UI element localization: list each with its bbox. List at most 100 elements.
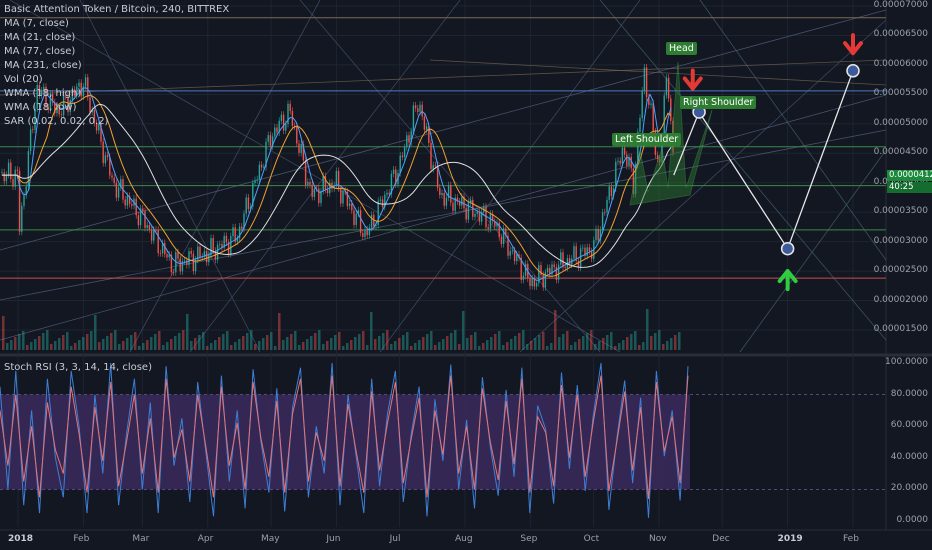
volume-bar — [438, 342, 441, 350]
candle-body — [298, 143, 300, 153]
volume-bar — [458, 344, 461, 350]
candle-body — [12, 178, 14, 187]
candle-body — [560, 252, 562, 265]
candle-body — [247, 197, 250, 210]
price-tick-label: 0.00003500 — [873, 206, 928, 217]
volume-bar — [386, 330, 389, 350]
volume-bar — [558, 337, 561, 350]
volume-bar — [86, 334, 89, 350]
volume-bar — [146, 340, 149, 350]
candle-body — [124, 199, 126, 206]
candle-body — [142, 208, 144, 212]
volume-bar — [454, 330, 457, 350]
indicator-sar[interactable]: SAR (0.02, 0.02, 0.2) — [4, 115, 108, 128]
volume-bar — [162, 345, 165, 350]
volume-bar — [274, 346, 277, 350]
volume-bar — [630, 334, 633, 350]
candle-body — [307, 181, 309, 186]
indicator-ma-77[interactable]: MA (77, close) — [4, 45, 75, 58]
candle-body — [562, 252, 564, 268]
volume-bar — [182, 330, 185, 350]
indicator-wma-low[interactable]: WMA (18, low) — [4, 101, 77, 114]
volume-bar — [278, 313, 281, 350]
candle-body — [579, 248, 582, 268]
volume-bar — [242, 336, 245, 350]
volume-bar — [622, 340, 625, 350]
volume-bar — [310, 336, 313, 350]
candle-body — [245, 197, 247, 214]
volume-bar — [594, 344, 597, 350]
volume-bar — [634, 331, 637, 350]
time-tick-label: 2018 — [8, 534, 34, 544]
time-tick-label: Nov — [649, 534, 667, 544]
volume-bar — [442, 339, 445, 350]
volume-bar — [610, 332, 613, 350]
volume-bar — [114, 330, 117, 350]
candle-body — [639, 117, 641, 132]
annotation-right-shoulder[interactable]: Right Shoulder — [680, 96, 757, 109]
price-panel-bg — [0, 0, 886, 352]
candle-body — [153, 229, 155, 241]
candle-body — [254, 180, 256, 184]
indicator-wma-high[interactable]: WMA (18, high) — [4, 87, 81, 100]
candle-body — [419, 104, 421, 112]
volume-bar — [510, 339, 513, 350]
time-tick-label: May — [261, 534, 280, 544]
candle-body — [179, 258, 181, 272]
volume-bar — [126, 338, 129, 350]
volume-bar — [314, 333, 317, 350]
annotation-head[interactable]: Head — [666, 42, 697, 55]
stoch-rsi-title[interactable]: Stoch RSI (3, 3, 14, 14, close) — [4, 361, 152, 374]
volume-bar — [306, 339, 309, 350]
volume-bar — [50, 344, 53, 350]
annotation-left-shoulder[interactable]: Left Shoulder — [612, 133, 682, 146]
volume-bar — [402, 335, 405, 350]
candle-body — [555, 266, 558, 280]
indicator-ma-21[interactable]: MA (21, close) — [4, 31, 75, 44]
candle-body — [516, 254, 518, 262]
candle-body — [364, 229, 366, 237]
candle-body — [408, 135, 410, 143]
candle-body — [522, 275, 525, 280]
indicator-ma-231[interactable]: MA (231, close) — [4, 59, 82, 72]
time-tick-label: Jun — [326, 534, 341, 544]
time-tick-label: Sep — [520, 534, 538, 544]
candle-body — [117, 187, 120, 198]
candle-body — [368, 227, 371, 236]
indicator-ma-7[interactable]: MA (7, close) — [4, 17, 69, 30]
volume-bar — [546, 346, 549, 350]
volume-bar — [674, 335, 677, 350]
volume-bar — [658, 330, 661, 350]
volume-bar — [502, 345, 505, 350]
volume-bar — [194, 338, 197, 350]
volume-bar — [94, 315, 97, 350]
volume-bar — [434, 345, 437, 350]
volume-bar — [626, 337, 629, 350]
candle-body — [434, 165, 437, 166]
candle-body — [89, 97, 91, 113]
volume-bar — [22, 331, 25, 350]
candle-body — [260, 164, 263, 168]
candle-body — [289, 103, 291, 111]
indicator-vol[interactable]: Vol (20) — [4, 73, 43, 86]
stoch-tick-label: 40.0000 — [890, 451, 928, 462]
volume-bar — [158, 331, 161, 350]
chart-svg[interactable] — [0, 0, 932, 550]
candle-body — [582, 247, 584, 249]
candle-body — [392, 169, 395, 174]
stoch-tick-label: 100.0000 — [885, 357, 928, 367]
volume-bar — [294, 331, 297, 350]
candle-body — [412, 105, 415, 132]
candle-body — [157, 229, 159, 254]
volume-bar — [498, 331, 501, 350]
volume-bar — [566, 331, 569, 350]
volume-bar — [358, 334, 361, 350]
volume-bar — [214, 340, 217, 350]
candle-body — [564, 267, 566, 269]
candle-body — [192, 253, 195, 272]
price-tick-label: 0.00004500 — [873, 147, 928, 158]
candle-body — [150, 229, 153, 241]
candle-body — [573, 246, 575, 259]
time-tick-label: Apr — [197, 534, 214, 544]
volume-bar — [38, 336, 41, 350]
